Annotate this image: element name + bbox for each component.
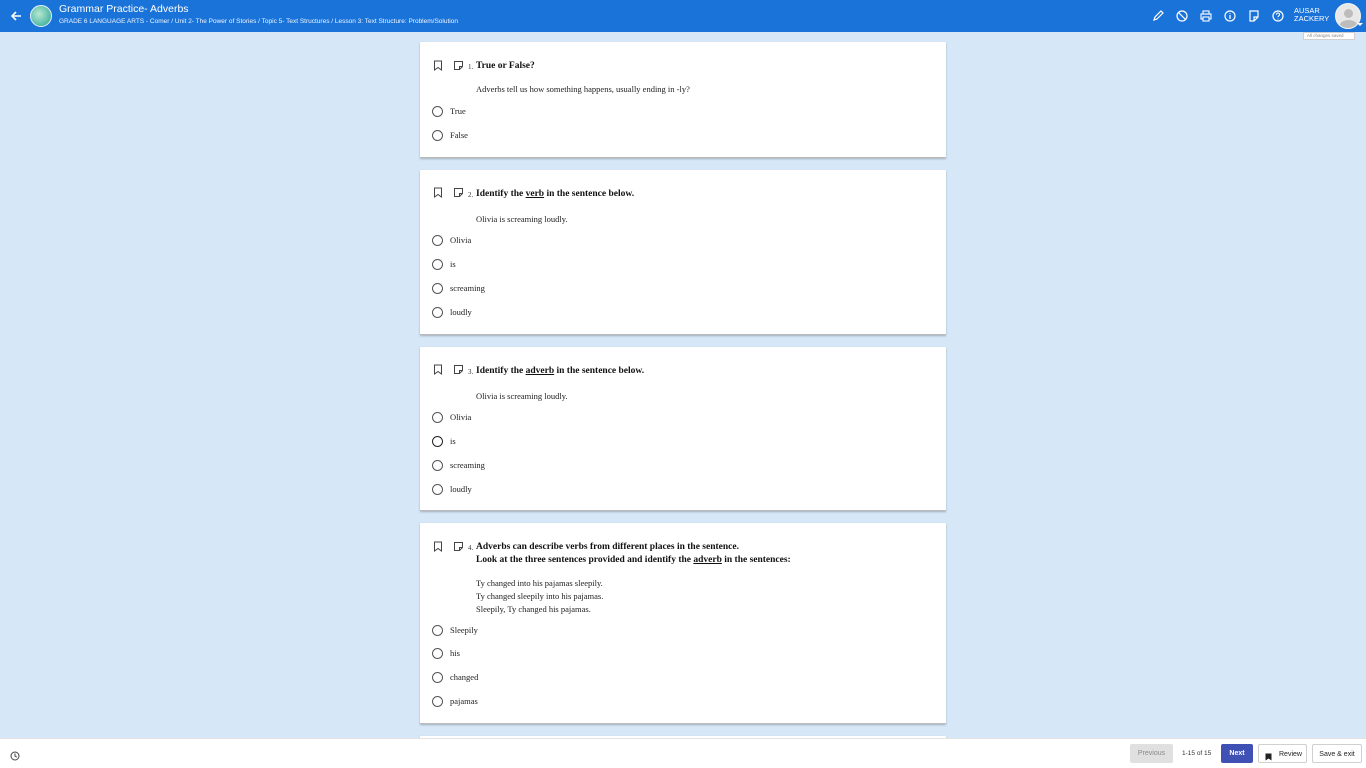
question-text: Identify the adverb in the sentence belo… bbox=[476, 366, 645, 376]
question-prompt: Ty changed into his pajamas sleepily. Ty… bbox=[476, 578, 604, 614]
radio-button[interactable] bbox=[432, 460, 443, 471]
answer-option[interactable]: pajamas bbox=[432, 695, 632, 709]
radio-button[interactable] bbox=[432, 696, 443, 707]
note-icon[interactable] bbox=[453, 541, 464, 552]
info-icon[interactable] bbox=[1223, 9, 1237, 23]
option-label: his bbox=[450, 648, 460, 658]
radio-button[interactable] bbox=[432, 484, 443, 495]
answer-option[interactable]: Sleepily bbox=[432, 624, 632, 638]
answer-option[interactable]: True bbox=[432, 105, 632, 119]
option-label: screaming bbox=[450, 283, 485, 293]
next-button[interactable]: Next bbox=[1221, 744, 1253, 763]
print-icon[interactable] bbox=[1199, 9, 1213, 23]
option-label: is bbox=[450, 259, 456, 269]
radio-button[interactable] bbox=[432, 672, 443, 683]
answer-option[interactable]: False bbox=[432, 129, 632, 143]
footer-bar: Previous 1-15 of 15 Next Review Save & e… bbox=[0, 738, 1366, 768]
bookmark-icon[interactable] bbox=[433, 60, 443, 71]
note-icon[interactable] bbox=[453, 60, 464, 71]
option-label: True bbox=[450, 106, 466, 116]
save-status: All changes saved bbox=[1303, 32, 1355, 40]
answer-option[interactable]: screaming bbox=[432, 282, 632, 296]
back-arrow-icon[interactable] bbox=[9, 9, 23, 23]
question-card-4: 4. Adverbs can describe verbs from diffe… bbox=[420, 523, 946, 724]
bookmark-icon[interactable] bbox=[433, 541, 443, 552]
answer-option[interactable]: loudly bbox=[432, 306, 632, 320]
option-label: Sleepily bbox=[450, 625, 478, 635]
option-label: Olivia bbox=[450, 412, 472, 422]
question-text: True or False? bbox=[476, 61, 535, 71]
answer-option[interactable]: Olivia bbox=[432, 234, 632, 248]
answer-option[interactable]: Olivia bbox=[432, 411, 632, 425]
page-title: Grammar Practice- Adverbs bbox=[59, 3, 189, 15]
answer-option[interactable]: screaming bbox=[432, 459, 632, 473]
pencil-icon[interactable] bbox=[1151, 9, 1165, 23]
breadcrumb: GRADE 6 LANGUAGE ARTS - Comer / Unit 2- … bbox=[59, 18, 458, 25]
radio-button[interactable] bbox=[432, 625, 443, 636]
option-label: Olivia bbox=[450, 235, 472, 245]
option-label: pajamas bbox=[450, 696, 478, 706]
option-label: changed bbox=[450, 672, 479, 682]
chevron-down-icon[interactable] bbox=[1357, 23, 1363, 26]
question-number: 3. bbox=[468, 368, 474, 376]
answer-option[interactable]: his bbox=[432, 647, 632, 661]
previous-button[interactable]: Previous bbox=[1130, 744, 1173, 763]
question-counter: 1-15 of 15 bbox=[1182, 750, 1212, 757]
review-button[interactable]: Review bbox=[1258, 744, 1307, 763]
note-icon[interactable] bbox=[453, 364, 464, 375]
radio-button[interactable] bbox=[432, 436, 443, 447]
question-number: 2. bbox=[468, 191, 474, 199]
question-text: Identify the verb in the sentence below. bbox=[476, 189, 635, 199]
question-prompt: Olivia is screaming loudly. bbox=[476, 214, 568, 224]
question-number: 4. bbox=[468, 544, 474, 552]
option-label: loudly bbox=[450, 307, 472, 317]
radio-button[interactable] bbox=[432, 130, 443, 141]
radio-button[interactable] bbox=[432, 235, 443, 246]
radio-button[interactable] bbox=[432, 106, 443, 117]
radio-button[interactable] bbox=[432, 307, 443, 318]
option-label: False bbox=[450, 130, 468, 140]
question-card-3: 3. Identify the adverb in the sentence b… bbox=[420, 347, 946, 511]
option-label: screaming bbox=[450, 460, 485, 470]
bookmark-icon bbox=[1265, 750, 1272, 761]
save-exit-button[interactable]: Save & exit bbox=[1312, 744, 1362, 763]
help-icon[interactable] bbox=[1271, 9, 1285, 23]
question-text: Adverbs can describe verbs from differen… bbox=[476, 542, 791, 565]
notepad-icon[interactable] bbox=[1247, 9, 1261, 23]
bookmark-icon[interactable] bbox=[433, 187, 443, 198]
radio-button[interactable] bbox=[432, 283, 443, 294]
top-bar: Grammar Practice- Adverbs GRADE 6 LANGUA… bbox=[0, 0, 1366, 32]
question-prompt: Olivia is screaming loudly. bbox=[476, 391, 568, 401]
radio-button[interactable] bbox=[432, 648, 443, 659]
bookmark-icon[interactable] bbox=[433, 364, 443, 375]
radio-button[interactable] bbox=[432, 412, 443, 423]
note-icon[interactable] bbox=[453, 187, 464, 198]
eliminator-icon[interactable] bbox=[1175, 9, 1189, 23]
answer-option[interactable]: is bbox=[432, 258, 632, 272]
clock-icon[interactable] bbox=[10, 748, 20, 761]
answer-option[interactable]: loudly bbox=[432, 483, 632, 497]
course-logo bbox=[30, 5, 52, 27]
question-card-2: 2. Identify the verb in the sentence bel… bbox=[420, 170, 946, 335]
option-label: loudly bbox=[450, 484, 472, 494]
option-label: is bbox=[450, 436, 456, 446]
question-card-1: 1. True or False? Adverbs tell us how so… bbox=[420, 42, 946, 158]
answer-option[interactable]: is bbox=[432, 435, 632, 449]
user-name: AUSAR ZACKERY bbox=[1294, 6, 1330, 23]
answer-option[interactable]: changed bbox=[432, 671, 632, 685]
radio-button[interactable] bbox=[432, 259, 443, 270]
question-prompt: Adverbs tell us how something happens, u… bbox=[476, 84, 690, 94]
question-number: 1. bbox=[468, 63, 474, 71]
